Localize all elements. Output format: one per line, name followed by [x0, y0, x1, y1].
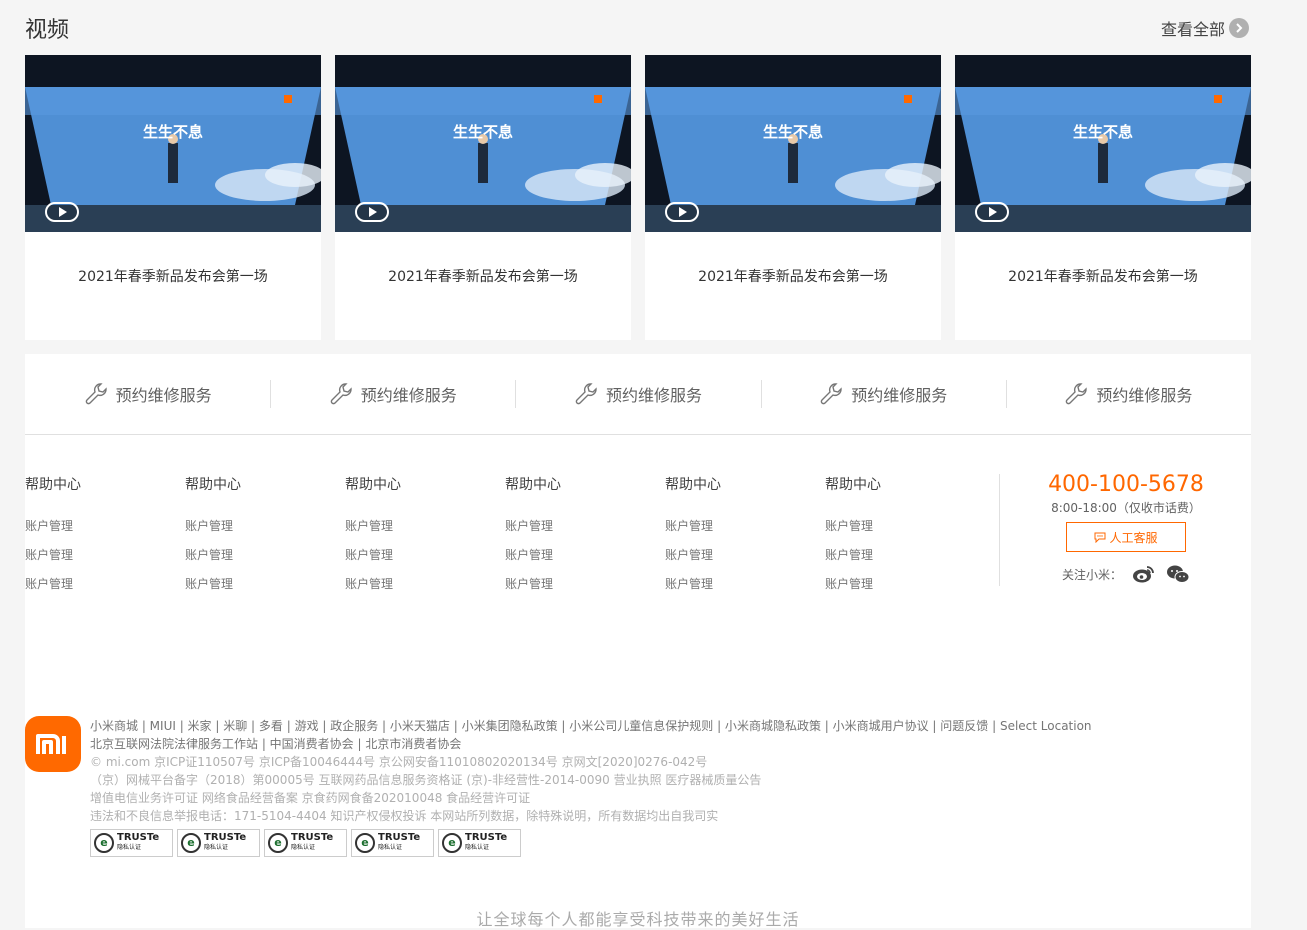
link-column: 帮助中心 账户管理 账户管理 账户管理: [345, 474, 505, 604]
link-column-heading: 帮助中心: [345, 477, 401, 493]
video-list: 生生不息 2021年春季新品发布会第一场 生生不息 2021年春季新品发布会第一…: [25, 55, 1251, 340]
service-bar: 预约维修服务 预约维修服务 预约维修服务 预约维修服务 预约维修服务: [25, 354, 1251, 435]
footer-link[interactable]: 账户管理: [825, 546, 985, 575]
service-item[interactable]: 预约维修服务: [270, 354, 515, 434]
chevron-right-icon: [1229, 18, 1250, 38]
chat-bubble-icon: [1094, 532, 1106, 543]
truste-badges: e TRUSTe 隐私认证 e TRUSTe 隐私认证 e TRUSTe 隐私认证 e TRU…: [90, 829, 1190, 857]
link-column: 帮助中心 账户管理 账户管理 账户管理: [185, 474, 345, 604]
truste-badge[interactable]: e TRUSTe 隐私认证: [264, 829, 347, 857]
video-card[interactable]: 生生不息 2021年春季新品发布会第一场: [955, 55, 1251, 340]
service-label: 预约维修服务: [360, 386, 457, 405]
video-title[interactable]: 2021年春季新品发布会第一场: [645, 266, 941, 286]
section-title: 视频: [25, 18, 70, 43]
video-title[interactable]: 2021年春季新品发布会第一场: [955, 266, 1251, 286]
banner-text: 生生不息: [763, 123, 823, 141]
link-column: 帮助中心 账户管理 账户管理 账户管理: [825, 474, 985, 604]
footer-link[interactable]: 账户管理: [25, 575, 185, 604]
footer-link[interactable]: 账户管理: [345, 546, 505, 575]
follow-row: 关注小米：: [1000, 564, 1252, 584]
footer-link[interactable]: 账户管理: [665, 575, 825, 604]
service-item[interactable]: 预约维修服务: [515, 354, 760, 434]
service-item[interactable]: 预约维修服务: [1005, 354, 1251, 434]
wechat-icon[interactable]: [1166, 564, 1190, 584]
footer-links: 帮助中心 账户管理 账户管理 账户管理 帮助中心 账户管理 账户管理 账户管理 …: [25, 474, 985, 604]
play-icon[interactable]: [355, 202, 389, 222]
play-icon[interactable]: [45, 202, 79, 222]
service-item[interactable]: 预约维修服务: [25, 354, 270, 434]
truste-badge[interactable]: e TRUSTe 隐私认证: [177, 829, 260, 857]
footer-link[interactable]: 账户管理: [185, 546, 345, 575]
view-all-link[interactable]: 查看全部: [1161, 16, 1250, 40]
banner-text: 生生不息: [1073, 123, 1133, 141]
link-column-heading: 帮助中心: [825, 477, 881, 493]
footer-link[interactable]: 账户管理: [25, 517, 185, 546]
legal-text: 小米商城 | MIUI | 米家 | 米聊 | 多看 | 游戏 | 政企服务 |…: [90, 717, 1190, 857]
weibo-icon[interactable]: [1132, 564, 1156, 584]
service-label: 预约维修服务: [606, 386, 703, 405]
video-card[interactable]: 生生不息 2021年春季新品发布会第一场: [25, 55, 321, 340]
follow-label: 关注小米：: [1061, 567, 1122, 582]
wrench-icon: [330, 383, 352, 405]
contact-panel: 400-100-5678 8:00-18:00（仅收市话费） 人工客服 关注小米…: [999, 472, 1252, 586]
footer-link[interactable]: 账户管理: [185, 575, 345, 604]
video-card[interactable]: 生生不息 2021年春季新品发布会第一场: [645, 55, 941, 340]
service-item[interactable]: 预约维修服务: [760, 354, 1006, 434]
footer-link[interactable]: 账户管理: [665, 546, 825, 575]
truste-badge[interactable]: e TRUSTe 隐私认证: [351, 829, 434, 857]
video-thumbnail[interactable]: 生生不息: [25, 55, 321, 232]
footer-link[interactable]: 账户管理: [345, 575, 505, 604]
play-icon[interactable]: [975, 202, 1009, 222]
banner-text: 生生不息: [453, 123, 513, 141]
video-title[interactable]: 2021年春季新品发布会第一场: [335, 266, 631, 286]
footer-link[interactable]: 账户管理: [345, 517, 505, 546]
report-info: 违法和不良信息举报电话：171-5104-4404 知识产权侵权投诉 本网站所列…: [90, 809, 719, 823]
service-label: 预约维修服务: [1096, 386, 1193, 405]
video-card[interactable]: 生生不息 2021年春季新品发布会第一场: [335, 55, 631, 340]
service-label: 预约维修服务: [851, 386, 948, 405]
license-info: （京）网械平台备字（2018）第00005号 互联网药品信息服务资格证 (京)-…: [90, 773, 762, 787]
play-icon[interactable]: [665, 202, 699, 222]
mi-logo-glyph: [36, 734, 66, 754]
footer-link[interactable]: 账户管理: [665, 517, 825, 546]
site-links[interactable]: 小米商城 | MIUI | 米家 | 米聊 | 多看 | 游戏 | 政企服务 |…: [90, 717, 1190, 735]
hotline-number: 400-100-5678: [1048, 472, 1204, 497]
link-column-heading: 帮助中心: [665, 477, 721, 493]
video-thumbnail[interactable]: 生生不息: [335, 55, 631, 232]
footer-link[interactable]: 账户管理: [25, 546, 185, 575]
footer-link[interactable]: 账户管理: [505, 575, 665, 604]
truste-badge[interactable]: e TRUSTe 隐私认证: [438, 829, 521, 857]
permit-info: 增值电信业务许可证 网络食品经营备案 京食药网食备202010048 食品经营许…: [90, 791, 531, 805]
slogan: 让全球每个人都能享受科技带来的美好生活: [476, 910, 800, 929]
customer-service-label: 人工客服: [1109, 530, 1158, 545]
footer-link[interactable]: 账户管理: [185, 517, 345, 546]
link-column: 帮助中心 账户管理 账户管理 账户管理: [665, 474, 825, 604]
truste-badge[interactable]: e TRUSTe 隐私认证: [90, 829, 173, 857]
link-column-heading: 帮助中心: [25, 477, 81, 493]
footer-link[interactable]: 账户管理: [505, 517, 665, 546]
service-hours: 8:00-18:00（仅收市话费）: [1051, 501, 1201, 515]
footer-link[interactable]: 账户管理: [505, 546, 665, 575]
video-title[interactable]: 2021年春季新品发布会第一场: [25, 266, 321, 286]
wrench-icon: [85, 383, 107, 405]
banner-text: 生生不息: [143, 123, 203, 141]
link-column-heading: 帮助中心: [185, 477, 241, 493]
link-column: 帮助中心 账户管理 账户管理 账户管理: [25, 474, 185, 604]
icp-info: © mi.com 京ICP证110507号 京ICP备10046444号 京公网…: [90, 755, 708, 769]
link-column: 帮助中心 账户管理 账户管理 账户管理: [505, 474, 665, 604]
wrench-icon: [820, 383, 842, 405]
mi-logo[interactable]: [25, 716, 81, 772]
site-footer: 预约维修服务 预约维修服务 预约维修服务 预约维修服务 预约维修服务 帮助中心 …: [25, 354, 1252, 929]
service-label: 预约维修服务: [115, 386, 212, 405]
customer-service-button[interactable]: 人工客服: [1066, 522, 1186, 552]
video-thumbnail[interactable]: 生生不息: [955, 55, 1251, 232]
association-links[interactable]: 北京互联网法院法律服务工作站 | 中国消费者协会 | 北京市消费者协会: [90, 735, 1190, 753]
view-all-label: 查看全部: [1161, 20, 1226, 39]
footer-link[interactable]: 账户管理: [825, 575, 985, 604]
footer-link[interactable]: 账户管理: [825, 517, 985, 546]
link-column-heading: 帮助中心: [505, 477, 561, 493]
wrench-icon: [1066, 383, 1088, 405]
wrench-icon: [575, 383, 597, 405]
video-thumbnail[interactable]: 生生不息: [645, 55, 941, 232]
